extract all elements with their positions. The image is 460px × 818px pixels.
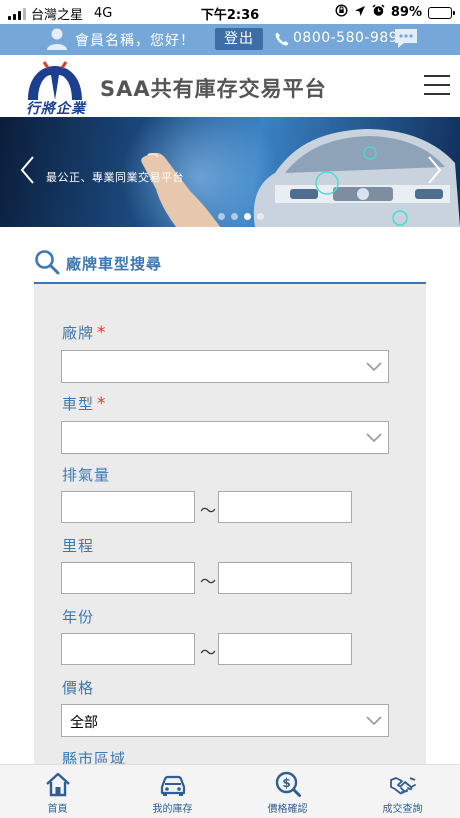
price-check-icon: $ bbox=[275, 771, 301, 797]
chevron-down-icon bbox=[366, 362, 382, 372]
tab-my-inventory-label: 我的庫存 bbox=[152, 804, 193, 815]
site-header: 行將企業 SAA共有庫存交易平台 bbox=[0, 55, 460, 117]
logo-text: 行將企業 bbox=[26, 101, 86, 117]
car-icon bbox=[160, 775, 186, 796]
banner-next-arrow-icon[interactable] bbox=[424, 155, 444, 185]
brand-select[interactable] bbox=[61, 350, 389, 383]
hamburger-menu-icon[interactable] bbox=[424, 75, 450, 95]
search-icon bbox=[34, 249, 60, 279]
displacement-label: 排氣量 bbox=[62, 466, 111, 484]
search-section-header: 廠牌車型搜尋 bbox=[34, 247, 426, 284]
status-bar: 台灣之星 4G 下午2:36 89% bbox=[0, 0, 460, 24]
home-icon bbox=[46, 772, 70, 797]
mileage-from-input[interactable] bbox=[61, 562, 195, 594]
year-to-input[interactable] bbox=[218, 633, 352, 665]
tab-deal-inquiry-label: 成交查詢 bbox=[382, 804, 423, 815]
member-bar: 會員名稱，您好！ 登出 0800-580-989 bbox=[0, 24, 460, 55]
price-select-value: 全部 bbox=[70, 715, 98, 731]
year-label: 年份 bbox=[62, 608, 95, 626]
svg-text:$: $ bbox=[282, 776, 290, 790]
price-label: 價格 bbox=[62, 679, 95, 697]
bottom-tab-bar: 首頁 我的庫存 $ 價格確認 成交查詢 bbox=[0, 764, 460, 818]
location-icon bbox=[354, 5, 366, 21]
user-avatar-icon bbox=[46, 27, 68, 55]
range-separator: ～ bbox=[200, 572, 217, 591]
search-form: 廠牌 * 車型 * 排氣量 ～ 里程 ～ 年份 ～ 價格 全部 縣市區域 bbox=[34, 284, 426, 768]
banner-dot[interactable] bbox=[257, 213, 264, 220]
banner-dot[interactable] bbox=[231, 213, 238, 220]
banner-dot[interactable] bbox=[244, 213, 251, 220]
year-from-input[interactable] bbox=[61, 633, 195, 665]
range-separator: ～ bbox=[200, 643, 217, 662]
company-logo[interactable]: 行將企業 bbox=[22, 60, 94, 117]
brand-label: 廠牌 * bbox=[62, 323, 107, 343]
price-select[interactable]: 全部 bbox=[61, 704, 389, 737]
displacement-from-input[interactable] bbox=[61, 491, 195, 523]
member-greeting: 會員名稱，您好！ bbox=[75, 33, 195, 49]
displacement-to-input[interactable] bbox=[218, 491, 352, 523]
alarm-icon bbox=[372, 4, 385, 21]
battery-percent: 89% bbox=[390, 5, 422, 20]
handshake-icon bbox=[390, 777, 416, 795]
battery-icon bbox=[428, 6, 455, 19]
banner-slogan: 最公正、專業同業交易平台 bbox=[46, 171, 184, 184]
mileage-label: 里程 bbox=[62, 537, 95, 555]
tab-home-label: 首頁 bbox=[47, 804, 68, 815]
range-separator: ～ bbox=[200, 501, 217, 520]
chevron-down-icon bbox=[366, 433, 382, 443]
search-section-title: 廠牌車型搜尋 bbox=[66, 255, 163, 273]
required-mark: * bbox=[97, 323, 107, 343]
tab-home[interactable]: 首頁 bbox=[0, 765, 115, 818]
banner-pagination[interactable] bbox=[218, 213, 264, 220]
chat-icon[interactable] bbox=[393, 27, 419, 55]
mileage-to-input[interactable] bbox=[218, 562, 352, 594]
banner-dot[interactable] bbox=[218, 213, 225, 220]
model-label: 車型 * bbox=[62, 394, 107, 414]
status-icons: 89% bbox=[335, 4, 455, 21]
phone-icon bbox=[274, 31, 290, 51]
tab-deal-inquiry[interactable]: 成交查詢 bbox=[345, 765, 460, 818]
tab-my-inventory[interactable]: 我的庫存 bbox=[115, 765, 230, 818]
site-title: SAA共有庫存交易平台 bbox=[100, 77, 327, 101]
tab-price-check[interactable]: $ 價格確認 bbox=[230, 765, 345, 818]
banner-prev-arrow-icon[interactable] bbox=[18, 155, 38, 185]
hero-banner[interactable]: 最公正、專業同業交易平台 bbox=[0, 117, 460, 227]
chevron-down-icon bbox=[366, 716, 382, 726]
service-phone[interactable]: 0800-580-989 bbox=[293, 30, 398, 46]
screen-lock-icon bbox=[335, 4, 348, 21]
logout-button[interactable]: 登出 bbox=[215, 28, 263, 50]
tab-price-check-label: 價格確認 bbox=[267, 804, 308, 815]
model-select[interactable] bbox=[61, 421, 389, 454]
logo-mark-icon bbox=[28, 61, 82, 100]
required-mark: * bbox=[97, 394, 107, 414]
